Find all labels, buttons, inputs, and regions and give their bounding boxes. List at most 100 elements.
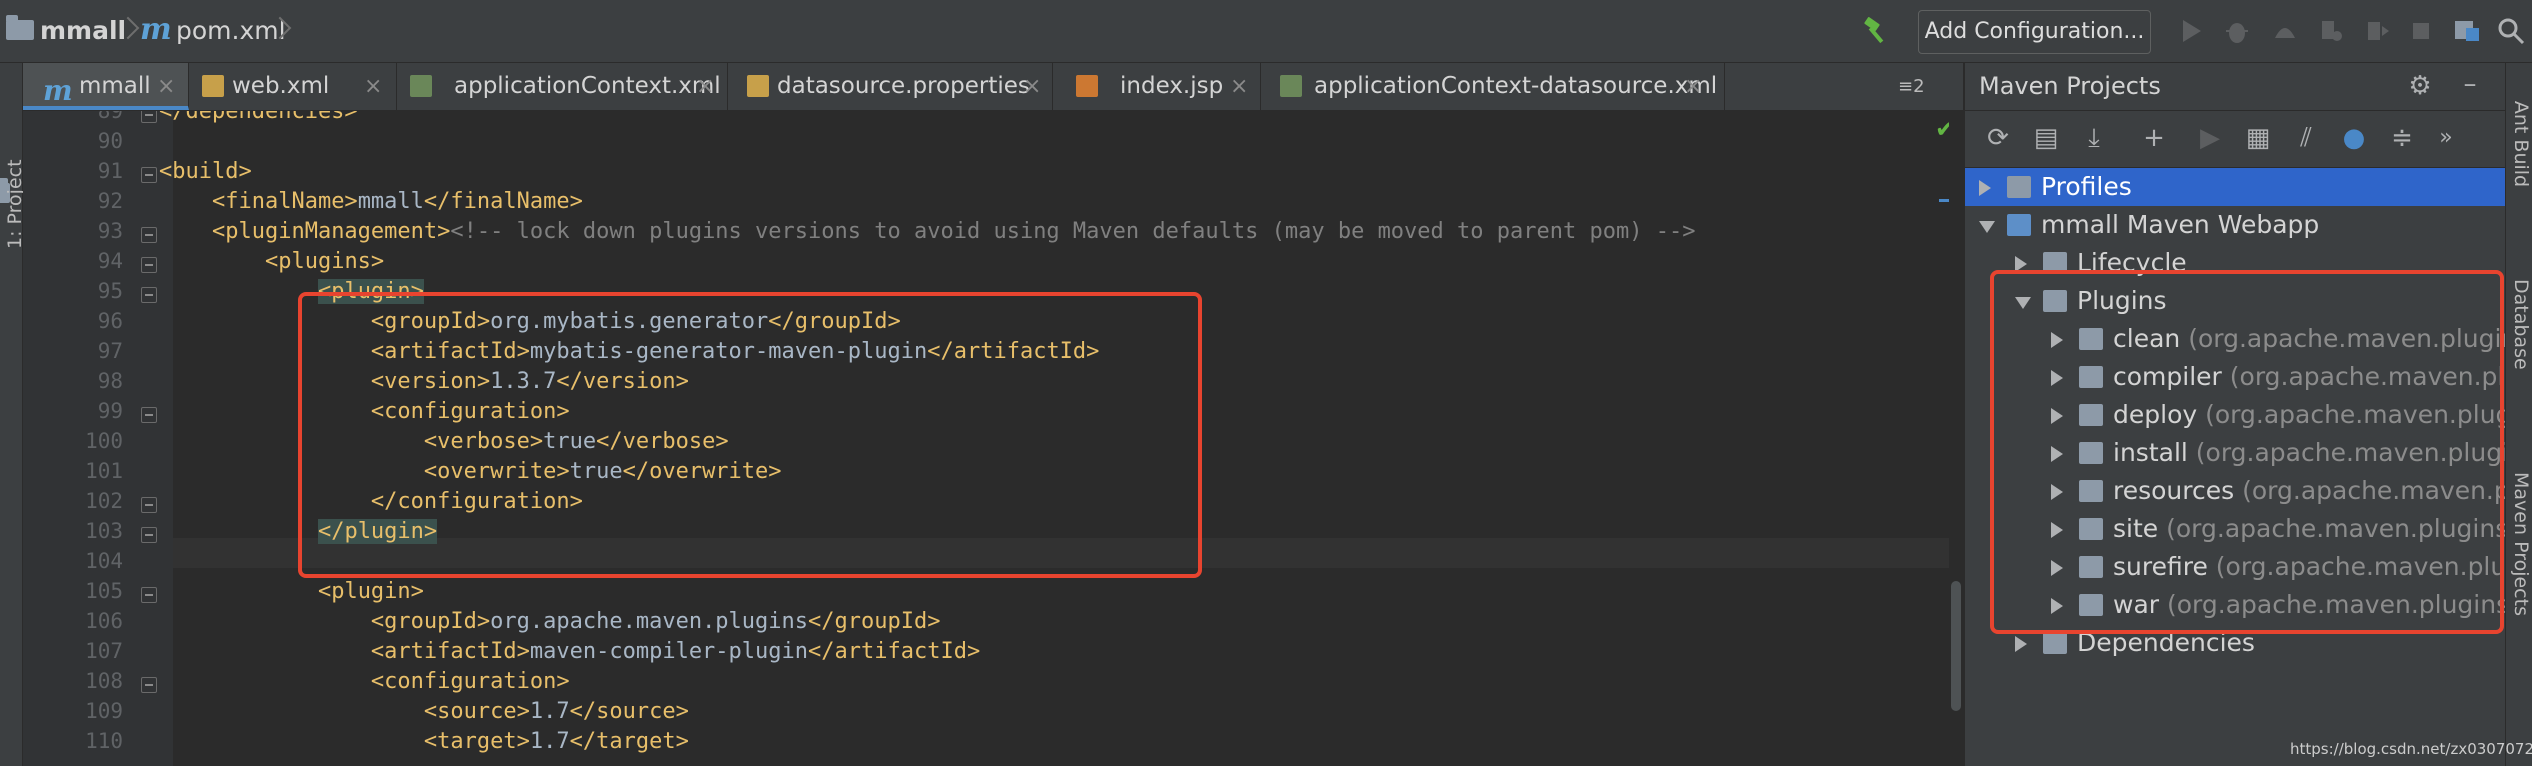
tab-index-jsp[interactable]: index.jsp × <box>1052 63 1261 110</box>
maven-panel-title: Maven Projects <box>1979 72 2161 100</box>
stop-icon[interactable] <box>2406 16 2436 46</box>
close-icon[interactable]: × <box>1230 63 1248 110</box>
line-number: 98 <box>97 369 123 393</box>
close-icon[interactable]: × <box>364 63 382 110</box>
fold-marker-icon[interactable] <box>141 587 157 603</box>
code-line[interactable]: </dependencies> <box>159 111 358 124</box>
fold-marker-icon[interactable] <box>141 111 157 123</box>
add-icon[interactable]: + <box>2139 123 2169 153</box>
tab-overflow-button[interactable]: ≡2 <box>1898 63 1925 110</box>
breadcrumb-project[interactable]: mmall <box>40 0 126 62</box>
code-line[interactable]: <configuration> <box>159 669 570 694</box>
offline-mode-icon[interactable]: ● <box>2339 123 2369 153</box>
fold-marker-icon[interactable] <box>141 287 157 303</box>
gear-icon[interactable]: ⚙ <box>2405 71 2435 101</box>
vertical-scrollbar[interactable] <box>1951 581 1961 711</box>
fold-marker-icon[interactable] <box>141 527 157 543</box>
search-icon[interactable] <box>2496 16 2526 46</box>
code-line[interactable]: <finalName>mmall</finalName> <box>159 189 583 214</box>
close-icon[interactable]: × <box>157 63 175 110</box>
watermark: https://blog.csdn.net/zx03070723 <box>2290 740 2532 758</box>
reimport-icon[interactable]: ⟳ <box>1983 123 2013 153</box>
tree-item-mmall-maven-webapp[interactable]: mmall Maven Webapp <box>1965 206 2505 244</box>
spring-xml-icon <box>410 75 432 97</box>
tab-applicationcontext-datasource-xml[interactable]: applicationContext-datasource.xml × <box>1260 63 1725 110</box>
hide-panel-icon[interactable]: – <box>2455 69 2485 99</box>
line-number: 90 <box>97 129 123 153</box>
highlight-box-plugins <box>1990 270 2504 634</box>
skip-tests-icon[interactable]: ⫽ <box>2291 123 2321 153</box>
spring-xml-icon <box>1280 75 1302 97</box>
attach-icon[interactable] <box>2362 16 2392 46</box>
editor-tab-bar: m mmall × web.xml × applicationContext.x… <box>23 63 1963 111</box>
tree-item-label: mmall Maven Webapp <box>2041 210 2320 239</box>
code-line[interactable]: <pluginManagement><!-- lock down plugins… <box>159 219 1695 244</box>
code-line[interactable]: <plugins> <box>159 249 384 274</box>
line-number: 94 <box>97 249 123 273</box>
coverage-icon[interactable] <box>2270 16 2300 46</box>
generate-sources-icon[interactable]: ▤ <box>2031 123 2061 153</box>
tree-item-label: Profiles <box>2041 172 2132 201</box>
run-config-icon[interactable]: ▦ <box>2243 123 2273 153</box>
tab-datasource-properties[interactable]: datasource.properties × <box>727 63 1053 110</box>
fold-marker-icon[interactable] <box>141 497 157 513</box>
line-number: 97 <box>97 339 123 363</box>
code-line[interactable]: <target>1.7</target> <box>159 729 689 754</box>
download-icon[interactable]: ⤓ <box>2079 123 2109 153</box>
code-line[interactable]: <build> <box>159 159 252 184</box>
ant-build-tool-button[interactable]: Ant Build <box>2510 99 2532 189</box>
code-line[interactable]: <groupId>org.apache.maven.plugins</group… <box>159 609 941 634</box>
collapse-arrow-icon[interactable] <box>2015 636 2027 652</box>
code-line[interactable]: <source>1.7</source> <box>159 699 689 724</box>
line-number: 109 <box>85 699 123 723</box>
folder-icon <box>6 15 34 40</box>
fold-marker-icon[interactable] <box>141 257 157 273</box>
add-configuration-button[interactable]: Add Configuration... <box>1918 10 2151 54</box>
database-tool-button[interactable]: Database <box>2510 279 2532 370</box>
run-goal-icon[interactable]: ▶ <box>2195 123 2225 153</box>
breadcrumb-file[interactable]: pom.xml <box>176 0 286 62</box>
navigation-bar: mmall m pom.xml Add Configuration... <box>0 0 2532 63</box>
tab-label: index.jsp <box>1120 73 1224 99</box>
maven-m-icon: m <box>43 74 73 107</box>
line-number: 100 <box>85 429 123 453</box>
expand-arrow-icon[interactable] <box>1979 221 1995 233</box>
line-number: 106 <box>85 609 123 633</box>
collapse-arrow-icon[interactable] <box>1979 180 1991 196</box>
code-line[interactable]: <plugin> <box>159 579 424 604</box>
more-actions-icon[interactable]: » <box>2431 123 2461 153</box>
tab-web-xml[interactable]: web.xml × <box>188 63 397 110</box>
folder-icon <box>2043 632 2067 654</box>
breadcrumb-separator-icon <box>120 14 136 48</box>
close-icon[interactable]: × <box>1684 63 1702 110</box>
close-icon[interactable]: × <box>1023 63 1041 110</box>
tab-label: mmall <box>79 73 151 99</box>
maven-projects-tool-button[interactable]: Maven Projects <box>2510 469 2532 619</box>
run-icon[interactable] <box>2176 16 2206 46</box>
line-number: 91 <box>97 159 123 183</box>
line-number: 105 <box>85 579 123 603</box>
fold-marker-icon[interactable] <box>141 167 157 183</box>
line-number: 110 <box>85 729 123 753</box>
close-icon[interactable]: × <box>696 63 714 110</box>
fold-marker-icon[interactable] <box>141 677 157 693</box>
debug-icon[interactable] <box>2222 16 2252 46</box>
line-number: 92 <box>97 189 123 213</box>
line-number: 103 <box>85 519 123 543</box>
project-structure-icon[interactable] <box>2452 16 2482 46</box>
maven-toolbar: ⟳ ▤ ⤓ + ▶ ▦ ⫽ ● ≑ » <box>1965 111 2505 168</box>
fold-marker-icon[interactable] <box>141 407 157 423</box>
line-number: 107 <box>85 639 123 663</box>
folder-icon <box>2007 176 2031 198</box>
build-hammer-icon[interactable] <box>1862 16 1892 46</box>
tab-mmall[interactable]: m mmall × <box>23 63 189 110</box>
tab-applicationcontext-xml[interactable]: applicationContext.xml × <box>396 63 728 110</box>
fold-marker-icon[interactable] <box>141 227 157 243</box>
code-line[interactable]: <artifactId>maven-compiler-plugin</artif… <box>159 639 980 664</box>
profile-icon[interactable] <box>2316 16 2346 46</box>
tree-item-profiles[interactable]: Profiles <box>1965 168 2505 206</box>
highlight-box-plugin <box>298 292 1202 578</box>
collapse-all-icon[interactable]: ≑ <box>2387 123 2417 153</box>
tab-label: datasource.properties <box>777 73 1030 99</box>
xml-file-icon <box>202 75 224 97</box>
